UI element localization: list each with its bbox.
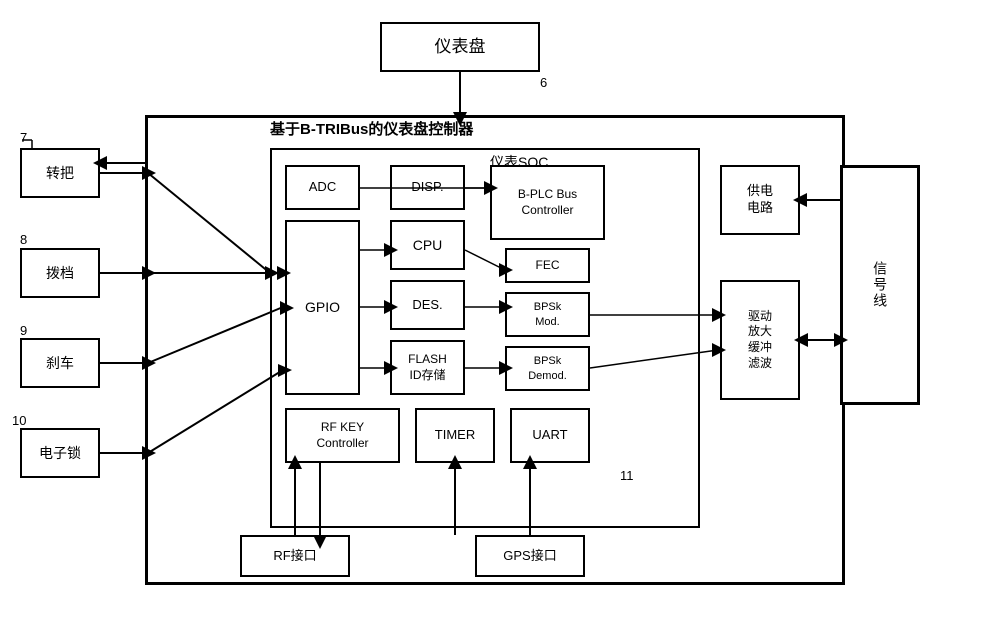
bplc-label: B-PLC Bus Controller: [518, 187, 577, 218]
rf-key-label: RF KEY Controller: [316, 420, 368, 451]
bpsk-demod-box: BPSk Demod.: [505, 346, 590, 391]
gps-port-label: GPS接口: [503, 548, 556, 565]
elock-box: 电子锁: [20, 428, 100, 478]
adc-box: ADC: [285, 165, 360, 210]
dashboard-box: 仪表盘: [380, 22, 540, 72]
flash-box: FLASH ID存储: [390, 340, 465, 395]
label-10: 10: [12, 413, 26, 428]
label-8: 8: [20, 232, 27, 247]
main-controller-label: 基于B-TRIBus的仪表盘控制器: [270, 118, 473, 139]
label-11: 11: [620, 468, 634, 483]
bpsk-mod-label: BPSk Mod.: [534, 300, 562, 329]
signal-line-box: 信号线: [840, 165, 920, 405]
flash-label: FLASH ID存储: [408, 352, 447, 383]
rf-port-label: RF接口: [273, 548, 316, 565]
bodang-label: 拨档: [46, 264, 74, 282]
adc-label: ADC: [309, 179, 336, 196]
uart-label: UART: [532, 427, 567, 444]
brake-label: 刹车: [46, 354, 74, 372]
fec-label: FEC: [536, 258, 560, 274]
elock-label: 电子锁: [39, 444, 81, 462]
bpsk-demod-label: BPSk Demod.: [528, 354, 567, 383]
driver-box: 驱动 放大 缓冲 滤波: [720, 280, 800, 400]
gps-port-box: GPS接口: [475, 535, 585, 577]
rf-key-box: RF KEY Controller: [285, 408, 400, 463]
uart-box: UART: [510, 408, 590, 463]
timer-label: TIMER: [435, 427, 475, 444]
power-box: 供电 电路: [720, 165, 800, 235]
bodang-box: 拨档: [20, 248, 100, 298]
bpsk-mod-box: BPSk Mod.: [505, 292, 590, 337]
gpio-label: GPIO: [305, 298, 340, 316]
gpio-box: GPIO: [285, 220, 360, 395]
power-label: 供电 电路: [747, 183, 773, 217]
des-label: DES.: [412, 297, 442, 314]
label-6: 6: [540, 75, 547, 90]
dashboard-label: 仪表盘: [435, 36, 486, 58]
label-7: 7: [20, 130, 27, 145]
signal-line-label: 信号线: [871, 261, 889, 309]
timer-box: TIMER: [415, 408, 495, 463]
driver-label: 驱动 放大 缓冲 滤波: [748, 309, 772, 371]
cpu-box: CPU: [390, 220, 465, 270]
zhuanba-box: 转把: [20, 148, 100, 198]
label-9: 9: [20, 323, 27, 338]
brake-box: 刹车: [20, 338, 100, 388]
zhuanba-label: 转把: [46, 164, 74, 182]
des-box: DES.: [390, 280, 465, 330]
cpu-label: CPU: [413, 236, 443, 254]
rf-port-box: RF接口: [240, 535, 350, 577]
disp-box: DISP.: [390, 165, 465, 210]
diagram-container: 仪表盘 6 基于B-TRIBus的仪表盘控制器 仪表SOC ADC DISP. …: [0, 0, 1000, 637]
fec-box: FEC: [505, 248, 590, 283]
disp-label: DISP.: [411, 179, 443, 196]
bplc-box: B-PLC Bus Controller: [490, 165, 605, 240]
